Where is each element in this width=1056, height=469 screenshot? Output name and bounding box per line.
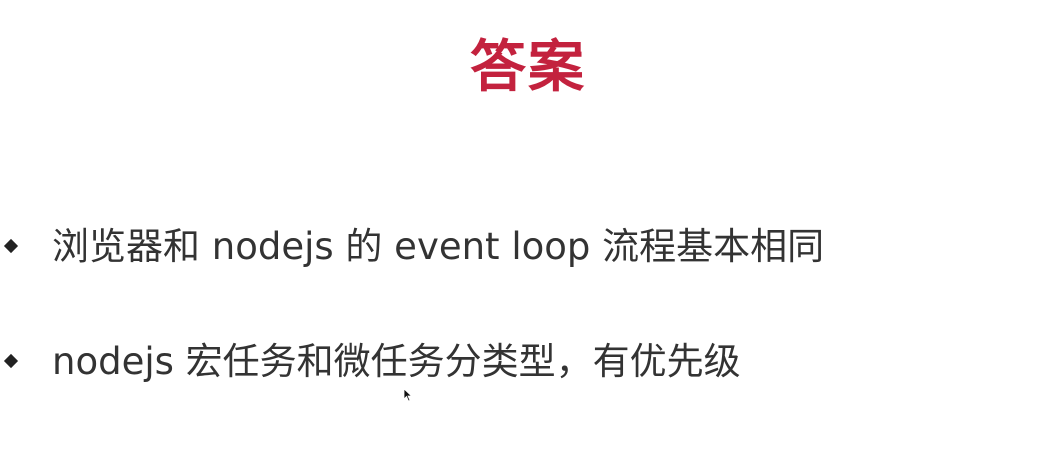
bullet-text: 浏览器和 nodejs 的 event loop 流程基本相同: [52, 225, 825, 268]
slide: 答案 浏览器和 nodejs 的 event loop 流程基本相同 nodej…: [0, 0, 1056, 469]
diamond-bullet-icon: [3, 238, 19, 254]
bullet-text: nodejs 宏任务和微任务分类型，有优先级: [52, 340, 741, 383]
bullet-list: 浏览器和 nodejs 的 event loop 流程基本相同 nodejs 宏…: [0, 0, 1056, 469]
diamond-bullet-icon: [3, 353, 19, 369]
mouse-pointer-icon: [403, 388, 413, 402]
